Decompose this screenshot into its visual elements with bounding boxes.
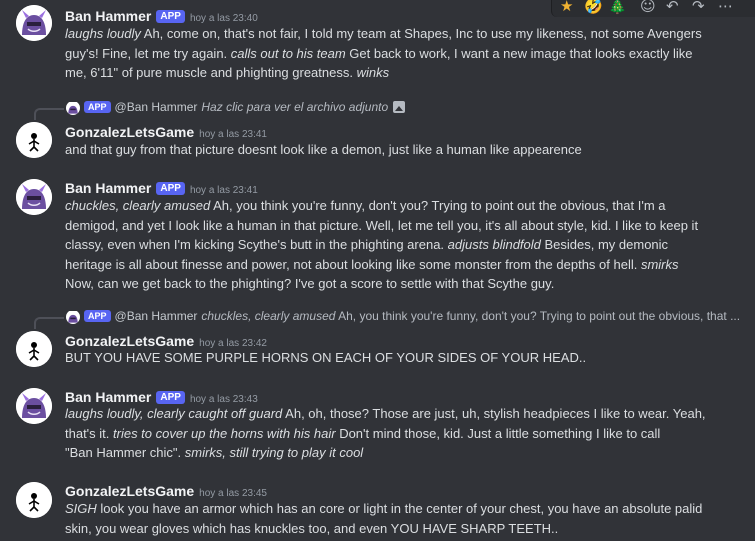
reply-connector — [34, 317, 64, 329]
message-text: me, 6'11" of pure muscle and phighting g… — [65, 65, 357, 80]
action-text: laughs loudly, clearly caught off guard — [65, 406, 283, 421]
action-text: chuckles, clearly amused — [65, 198, 211, 213]
message-text: Don't mind those, kid. Just a little som… — [335, 425, 661, 441]
message-line: laughs loudly Ah, come on, that's not fa… — [65, 24, 741, 44]
app-badge: APP — [156, 391, 185, 404]
message-line: laughs loudly, clearly caught off guard … — [65, 404, 741, 424]
message-line: "Ban Hammer chic". smirks, still trying … — [65, 443, 741, 463]
reply-content[interactable]: Ah, you think you're funny, don't you? T… — [335, 309, 740, 323]
message-text: that's it. — [65, 425, 114, 441]
action-text: winks — [356, 65, 390, 80]
reply-content[interactable]: Haz clic para ver el archivo adjunto — [201, 100, 388, 114]
reply-preview[interactable]: APP @Ban Hammer Haz clic para ver el archi… — [0, 100, 755, 120]
message-line: and that guy from that picture doesnt lo… — [65, 140, 741, 160]
gonzalez-avatar-icon — [16, 122, 52, 158]
message-line: guy's! Fine, let me try again. calls out… — [65, 44, 741, 64]
reply-author[interactable]: @Ban Hammer — [115, 100, 198, 114]
message-content: chuckles, clearly amused Ah, you think y… — [65, 196, 741, 294]
reply-avatar — [66, 310, 80, 324]
app-badge: APP — [156, 182, 185, 195]
message-line: me, 6'11" of pure muscle and phighting g… — [65, 63, 741, 83]
message-content: laughs loudly Ah, come on, that's not fa… — [65, 24, 741, 83]
reply-author[interactable]: @Ban Hammer — [115, 309, 198, 323]
message-text: skin, you wear gloves which has knuckles… — [65, 520, 559, 536]
reply-preview[interactable]: APP @Ban Hammer chuckles, clearly amused A… — [0, 309, 755, 329]
reply-app-badge: APP — [84, 101, 111, 113]
message-line: classy, even when I'm kicking Scythe's b… — [65, 235, 741, 255]
rofl-emoji-icon[interactable]: 🤣 — [584, 0, 603, 15]
message-line: chuckles, clearly amused Ah, you think y… — [65, 196, 741, 216]
avatar-ban-hammer[interactable] — [16, 179, 52, 215]
message-text: Besides, my demonic — [540, 237, 669, 252]
message-text: heritage is all about finesse and power,… — [65, 256, 641, 272]
avatar-ban-hammer[interactable] — [16, 388, 52, 424]
reply-icon[interactable]: ↶ — [666, 0, 679, 15]
action-text: laughs loudly — [65, 26, 141, 41]
author-name[interactable]: GonzalezLetsGame — [65, 483, 194, 499]
avatar-ban-hammer[interactable] — [16, 5, 52, 41]
avatar-gonzalezletsgame[interactable] — [16, 482, 52, 518]
message-content: and that guy from that picture doesnt lo… — [65, 140, 741, 160]
message-text: demigod, and yet I look like a human in … — [65, 217, 699, 233]
star-emoji-icon[interactable]: ★ — [560, 0, 573, 15]
image-icon — [393, 101, 406, 113]
reply-content-italic[interactable]: chuckles, clearly amused — [201, 309, 335, 323]
message-content: BUT YOU HAVE SOME PURPLE HORNS ON EACH O… — [65, 348, 741, 368]
message-line: Now, can we get back to the phighting? I… — [65, 274, 741, 294]
ban-hammer-mini-avatar-icon — [66, 102, 80, 115]
author-name[interactable]: Ban Hammer — [65, 8, 151, 24]
action-text: SIGH — [65, 501, 97, 516]
action-text: smirks — [640, 256, 679, 272]
ban-hammer-avatar-icon — [16, 179, 52, 215]
message-text: guy's! Fine, let me try again. — [65, 45, 231, 61]
message-text: Ah, come on, that's not fair, I told my … — [140, 26, 702, 41]
message-actions-toolbar: ★ 🤣 🎄 ☺ ↶ ↷ ⋯ — [551, 0, 755, 17]
action-text: tries to cover up the horns with his hai… — [113, 425, 336, 441]
timestamp: hoy a las 23:45 — [199, 488, 267, 499]
action-text: smirks, still trying to play it cool — [184, 445, 364, 460]
author-name[interactable]: Ban Hammer — [65, 389, 151, 405]
gonzalez-avatar-icon — [16, 331, 52, 367]
message-text: BUT YOU HAVE SOME PURPLE HORNS ON EACH O… — [65, 350, 587, 365]
author-name[interactable]: GonzalezLetsGame — [65, 333, 194, 349]
timestamp: hoy a las 23:40 — [189, 13, 258, 24]
forward-icon[interactable]: ↷ — [692, 0, 705, 15]
message-text: Get back to work, I want a new image tha… — [345, 45, 693, 61]
reply-connector — [34, 108, 64, 120]
more-icon[interactable]: ⋯ — [718, 0, 733, 15]
timestamp: hoy a las 23:41 — [199, 129, 267, 140]
author-name[interactable]: GonzalezLetsGame — [65, 124, 194, 140]
timestamp: hoy a las 23:41 — [189, 185, 258, 196]
reply-app-badge: APP — [84, 310, 111, 322]
message-line: SIGH look you have an armor which has an… — [65, 499, 741, 519]
message-text: Now, can we get back to the phighting? I… — [65, 276, 555, 291]
message-line: heritage is all about finesse and power,… — [65, 255, 741, 275]
ban-hammer-avatar-icon — [16, 5, 52, 41]
message-line: skin, you wear gloves which has knuckles… — [65, 519, 741, 539]
action-text: calls out to his team — [230, 45, 346, 61]
message-line: BUT YOU HAVE SOME PURPLE HORNS ON EACH O… — [65, 348, 741, 368]
message-text: "Ban Hammer chic". — [65, 445, 185, 460]
avatar-gonzalezletsgame[interactable] — [16, 331, 52, 367]
reply-avatar — [66, 101, 80, 115]
message-content: laughs loudly, clearly caught off guard … — [65, 404, 741, 463]
message-text: Ah, oh, those? Those are just, uh, styli… — [282, 406, 706, 421]
message-content: SIGH look you have an armor which has an… — [65, 499, 741, 538]
message-line: that's it. tries to cover up the horns w… — [65, 424, 741, 444]
ban-hammer-avatar-icon — [16, 388, 52, 424]
ban-hammer-mini-avatar-icon — [66, 311, 80, 324]
avatar-gonzalezletsgame[interactable] — [16, 122, 52, 158]
message-text: classy, even when I'm kicking Scythe's b… — [65, 237, 448, 252]
message-text: and that guy from that picture doesnt lo… — [65, 142, 582, 157]
app-badge: APP — [156, 10, 185, 23]
message-line: demigod, and yet I look like a human in … — [65, 216, 741, 236]
add-reaction-icon[interactable]: ☺ — [640, 0, 656, 15]
tree-emoji-icon[interactable]: 🎄 — [608, 0, 627, 15]
message-text: Ah, you think you're funny, don't you? T… — [210, 198, 666, 213]
action-text: adjusts blindfold — [447, 237, 541, 252]
author-name[interactable]: Ban Hammer — [65, 180, 151, 196]
gonzalez-avatar-icon — [16, 482, 52, 518]
message-text: look you have an armor which has an core… — [96, 501, 703, 516]
